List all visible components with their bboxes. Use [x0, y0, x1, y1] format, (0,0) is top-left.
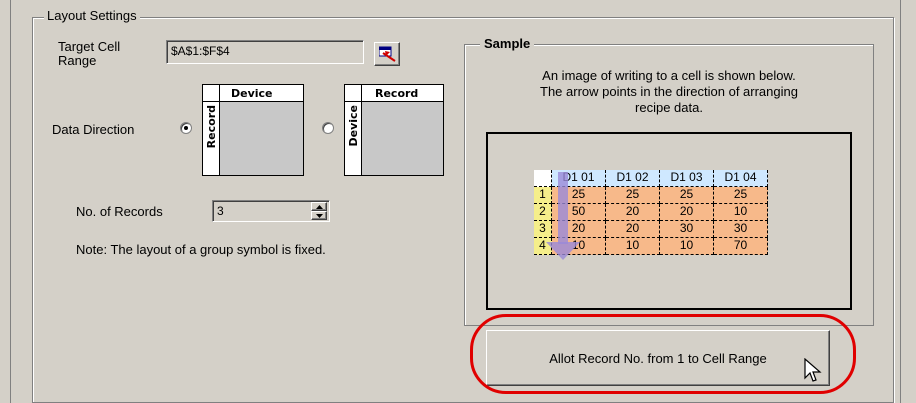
- layout-icon-record-vertical: Device Record: [202, 84, 304, 176]
- sample-grid: D1 01 D1 02 D1 03 D1 04 1 25 25 25 25 2 50 20 20 10 3 2…: [534, 170, 782, 266]
- sample-title: Sample: [480, 36, 535, 51]
- records-label: No. of Records: [76, 204, 163, 219]
- radio-device-vertical[interactable]: [322, 122, 334, 134]
- grid-data-cell: 10: [606, 238, 660, 255]
- left-scroll-strip: [0, 0, 11, 403]
- range-select-button[interactable]: [374, 42, 400, 66]
- grid-data-cell: 30: [660, 221, 714, 238]
- side-device: Device: [347, 105, 360, 147]
- grid-header-cell: D1 03: [660, 170, 714, 187]
- grid-data-cell: 70: [714, 238, 768, 255]
- right-scroll-strip: [900, 0, 916, 403]
- sample-preview: D1 01 D1 02 D1 03 D1 04 1 25 25 25 25 2 50 20 20 10 3 2…: [486, 132, 852, 310]
- target-cell-range-label: Target Cell Range: [58, 39, 121, 68]
- radio-selected-dot: [184, 126, 188, 130]
- grid-data-cell: 25: [714, 187, 768, 204]
- grid-header-cell: D1 04: [714, 170, 768, 187]
- grid-data-cell: 10: [660, 238, 714, 255]
- range-select-icon: [379, 46, 396, 62]
- spin-down-button[interactable]: [311, 211, 327, 220]
- data-direction-label: Data Direction: [52, 122, 135, 137]
- header-record: Record: [375, 87, 419, 100]
- sample-description: An image of writing to a cell is shown b…: [468, 68, 870, 116]
- side-record: Record: [205, 105, 218, 149]
- layout-icon-device-vertical: Record Device: [344, 84, 444, 176]
- sample-desc-line1: An image of writing to a cell is shown b…: [542, 68, 796, 83]
- sample-desc-line2: The arrow points in the direction of arr…: [540, 84, 798, 99]
- grid-data-cell: 25: [660, 187, 714, 204]
- radio-record-vertical[interactable]: [180, 122, 192, 134]
- arrow-up-icon: [316, 205, 323, 209]
- records-spinbox[interactable]: 3: [212, 200, 330, 222]
- target-cell-range-value: $A$1:$F$4: [171, 44, 230, 58]
- layout-settings-title: Layout Settings: [44, 8, 140, 23]
- spin-up-button[interactable]: [311, 202, 327, 211]
- grid-header-cell: D1 02: [606, 170, 660, 187]
- grid-data-cell: 20: [606, 221, 660, 238]
- sample-desc-line3: recipe data.: [635, 100, 703, 115]
- grid-data-cell: 30: [714, 221, 768, 238]
- arrow-down-icon: [316, 214, 323, 218]
- grid-data-cell: 20: [606, 204, 660, 221]
- grid-data-cell: 25: [606, 187, 660, 204]
- grid-data-cell: 20: [660, 204, 714, 221]
- target-cell-range-field[interactable]: $A$1:$F$4: [166, 40, 364, 64]
- header-device: Device: [231, 87, 273, 100]
- highlight-annotation: [470, 314, 856, 394]
- grid-data-cell: 10: [714, 204, 768, 221]
- group-layout-note: Note: The layout of a group symbol is fi…: [76, 242, 326, 257]
- arrange-direction-arrow: [546, 172, 580, 260]
- records-value: 3: [217, 204, 224, 218]
